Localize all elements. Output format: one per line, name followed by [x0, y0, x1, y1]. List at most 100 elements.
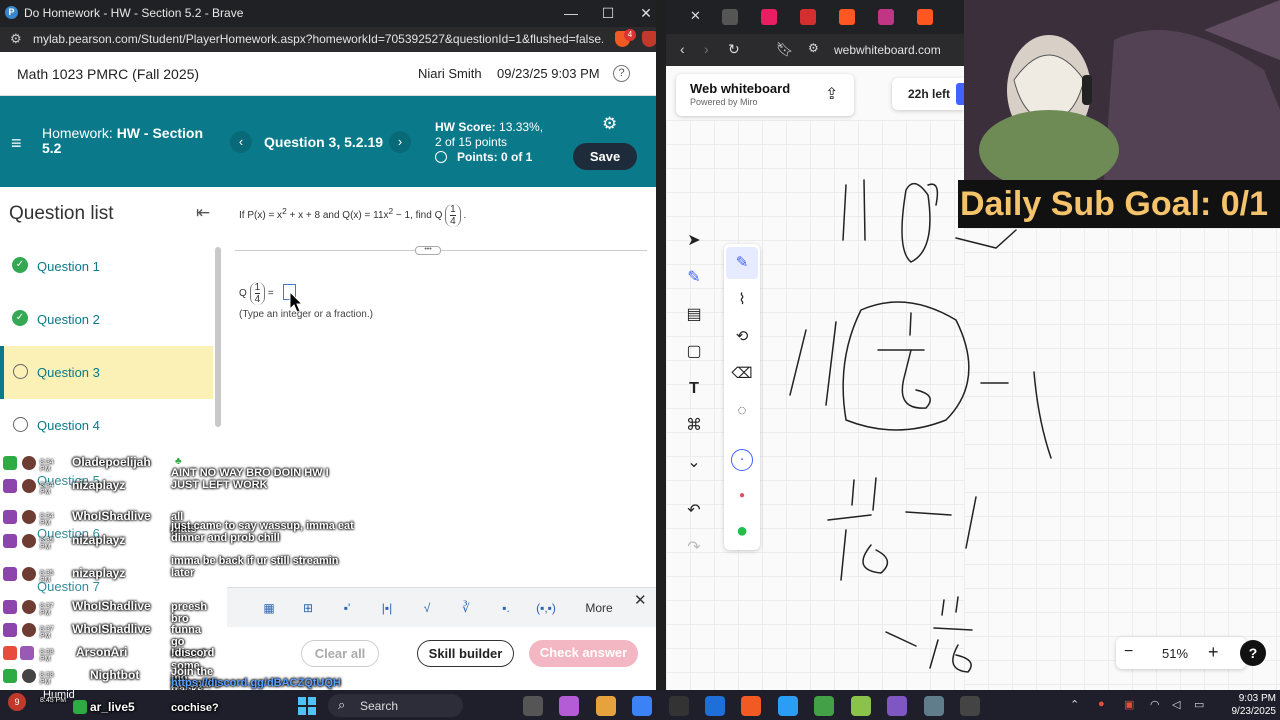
minimize-button[interactable]: — [561, 4, 581, 22]
nth-root-tool-button[interactable]: ∛ [451, 595, 481, 621]
question-list-item-1[interactable]: ✓ Question 1 [0, 240, 213, 293]
back-icon[interactable]: ‹ [680, 41, 685, 57]
chat-username: WhoIShadlive [72, 509, 151, 523]
whiteboard-canvas-extension[interactable] [964, 228, 1280, 690]
next-question-button[interactable]: › [389, 131, 411, 153]
help-icon[interactable]: ? [613, 65, 630, 82]
bookmark-icon[interactable]: 🔖︎ [776, 41, 794, 58]
redo-icon[interactable]: ↷ [676, 532, 712, 564]
menu-icon[interactable]: ≡ [11, 133, 22, 154]
brave-rewards-icon[interactable] [642, 31, 656, 47]
templates-tool-icon[interactable]: ▤ [676, 299, 712, 331]
question-list-item-2[interactable]: ✓ Question 2 [0, 293, 213, 346]
url-field[interactable]: mylab.pearson.com/Student/PlayerHomework… [33, 32, 603, 46]
shapes-tool-icon[interactable]: ⌘ [676, 410, 712, 442]
app-icon[interactable] [669, 696, 689, 716]
more-tools-icon[interactable]: ⌄ [676, 447, 712, 479]
app-icon[interactable] [851, 696, 871, 716]
site-settings-icon[interactable]: ⚙ [808, 41, 819, 55]
powered-by: Powered by Miro [690, 97, 758, 107]
absolute-value-tool-button[interactable]: |▪| [372, 595, 402, 621]
decimal-tool-button[interactable]: ▪. [491, 595, 521, 621]
smart-draw-icon[interactable]: ⟲ [726, 321, 758, 353]
select-tool-icon[interactable]: ➤ [676, 225, 712, 257]
microphone-icon[interactable]: ● [1098, 698, 1105, 710]
question-list-item-4[interactable]: Question 4 [0, 399, 213, 452]
clock[interactable]: 9:03 PM 9/23/2025 [1218, 692, 1277, 718]
previous-question-button[interactable]: ‹ [230, 131, 252, 153]
chat-text: AINT NO WAY BRO DOIN HW I JUST LEFT WORK [171, 467, 329, 491]
sticky-note-tool-icon[interactable]: ▢ [676, 336, 712, 368]
clock-date: 9/23/2025 [1231, 706, 1277, 717]
resize-handle[interactable]: ••• [415, 246, 441, 255]
edge-icon[interactable] [778, 696, 798, 716]
minecraft-icon[interactable] [814, 696, 834, 716]
red-color-swatch[interactable]: ● [726, 480, 758, 512]
instagram-tab-icon[interactable] [878, 9, 894, 25]
windows-start-icon[interactable] [298, 697, 316, 715]
gear-icon[interactable]: ⚙ [602, 114, 617, 134]
check-answer-button[interactable]: Check answer [529, 640, 638, 667]
stroke-size-icon[interactable]: · [726, 443, 758, 475]
question-list-item-3[interactable]: Question 3 [0, 346, 213, 399]
close-button[interactable]: ✕ [636, 4, 656, 22]
url-field[interactable]: webwhiteboard.com [834, 43, 941, 57]
save-button[interactable]: Save [573, 143, 637, 170]
pen-icon[interactable]: ✎ [726, 247, 758, 279]
tray-chevron-icon[interactable]: ⌃ [1070, 698, 1079, 711]
undo-icon[interactable]: ↶ [676, 495, 712, 527]
site-settings-icon[interactable]: ⚙ [10, 31, 22, 47]
wifi-icon[interactable]: ◠ [1150, 698, 1160, 711]
chat-link-row: https://discord.gg/dBACZQtUQH [0, 677, 365, 690]
highlighter-icon[interactable]: ⌇ [726, 284, 758, 316]
share-icon[interactable]: ⇪ [825, 84, 838, 104]
green-color-swatch[interactable]: ● [726, 515, 758, 547]
question-item-label: Question 2 [37, 312, 100, 327]
chat-time: 8:34 PM [40, 513, 54, 527]
skill-builder-button[interactable]: Skill builder [417, 640, 514, 667]
close-toolbar-icon[interactable]: ✕ [634, 591, 647, 609]
chat-username: ar_live5 [90, 700, 135, 714]
taskbar-search[interactable]: ⌕ Search [328, 694, 463, 717]
forward-icon[interactable]: › [704, 41, 709, 57]
app-icon[interactable] [705, 696, 725, 716]
text-tool-icon[interactable]: T [676, 373, 712, 405]
file-explorer-icon[interactable] [596, 696, 616, 716]
obs-icon[interactable] [960, 696, 980, 716]
tray-app-icon[interactable]: ▣ [1124, 698, 1134, 711]
pen-tool-icon[interactable]: ✎ [676, 262, 712, 294]
eraser-icon[interactable]: ⌫ [726, 358, 758, 390]
tab-icon[interactable] [722, 9, 738, 25]
square-root-tool-button[interactable]: √ [412, 595, 442, 621]
maximize-button[interactable]: ☐ [598, 4, 618, 22]
zoom-out-button[interactable]: − [1124, 643, 1133, 661]
chat-link[interactable]: https://discord.gg/dBACZQtUQH [171, 677, 341, 689]
battery-icon[interactable]: ▭ [1194, 698, 1204, 711]
ordered-pair-tool-button[interactable]: (▪,▪) [531, 595, 561, 621]
fraction: 1 4 [249, 282, 266, 305]
soundcloud-tab-icon[interactable] [917, 9, 933, 25]
zoom-in-button[interactable]: + [1208, 642, 1219, 663]
more-tools-button[interactable]: More [577, 595, 621, 621]
prompt-part: + x + 8 and Q(x) = 11x [286, 210, 389, 222]
store-icon[interactable] [632, 696, 652, 716]
avatar [22, 567, 36, 581]
game-icon[interactable] [887, 696, 907, 716]
copilot-icon[interactable] [559, 696, 579, 716]
taskview-icon[interactable] [523, 696, 543, 716]
upgrade-button[interactable] [956, 83, 964, 105]
close-tab-icon[interactable]: ✕ [690, 8, 701, 24]
avatar [22, 600, 36, 614]
lasso-icon[interactable]: ◌ [726, 395, 758, 427]
brave-icon[interactable] [741, 696, 761, 716]
app-icon[interactable] [924, 696, 944, 716]
tab-icon[interactable] [800, 9, 816, 25]
soundcloud-tab-icon[interactable] [839, 9, 855, 25]
avatar [22, 623, 36, 637]
question-list-scrollbar[interactable] [215, 247, 221, 427]
volume-icon[interactable]: ◁ [1172, 698, 1180, 711]
reload-icon[interactable]: ↻ [728, 41, 740, 58]
music-tab-icon[interactable] [761, 9, 777, 25]
collapse-panel-icon[interactable]: ⇤ [196, 203, 210, 223]
help-button[interactable]: ? [1240, 640, 1266, 666]
